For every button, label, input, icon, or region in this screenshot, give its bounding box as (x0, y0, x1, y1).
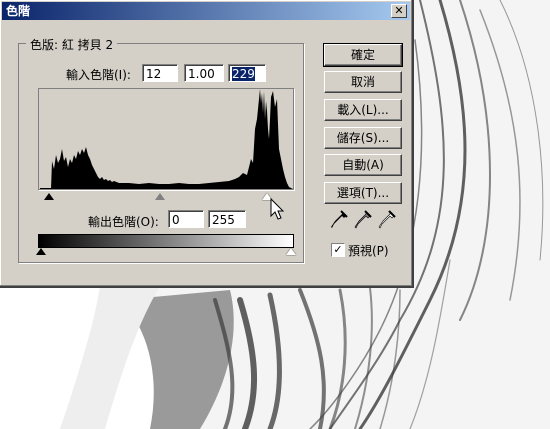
close-icon: ✕ (394, 4, 404, 17)
input-black-slider[interactable] (44, 193, 54, 200)
output-gradient-bar (38, 234, 294, 248)
ok-button[interactable]: 確定 (323, 43, 403, 67)
cancel-button[interactable]: 取消 (324, 71, 402, 93)
input-gamma-slider[interactable] (155, 193, 165, 200)
load-button[interactable]: 載入(L)... (324, 99, 402, 121)
title-bar[interactable]: 色階 ✕ (2, 2, 410, 20)
dialog-title: 色階 (6, 4, 31, 18)
histogram (38, 88, 294, 190)
histogram-graph (39, 89, 293, 189)
auto-button[interactable]: 自動(A) (324, 154, 402, 176)
mouse-pointer-icon (270, 197, 286, 225)
output-black-field[interactable]: 0 (168, 210, 204, 228)
gray-eyedropper-icon[interactable] (354, 210, 372, 230)
output-black-slider[interactable] (36, 248, 46, 255)
input-white-field[interactable]: 229 (228, 64, 266, 82)
input-black-field[interactable]: 12 (142, 64, 178, 82)
histogram-baseline (40, 188, 290, 189)
output-white-slider[interactable] (286, 248, 296, 255)
channel-selector[interactable]: 色版: 紅 拷貝 2 (26, 36, 118, 53)
input-levels-label: 輸入色階(I): (66, 68, 131, 82)
black-eyedropper-icon[interactable] (330, 210, 348, 230)
input-white-value: 229 (232, 67, 255, 81)
white-eyedropper-icon[interactable] (378, 210, 396, 230)
levels-dialog: 色階 ✕ 色版: 紅 拷貝 2 輸入色階(I): 12 1.00 229 輸出色… (0, 0, 414, 288)
preview-label: 預視(P) (348, 244, 389, 258)
output-levels-label: 輸出色階(O): (88, 215, 159, 229)
close-button[interactable]: ✕ (391, 4, 407, 18)
options-button[interactable]: 選項(T)... (324, 182, 402, 204)
input-gamma-field[interactable]: 1.00 (184, 64, 224, 82)
preview-checkbox[interactable]: ✓ (331, 243, 345, 257)
save-button[interactable]: 儲存(S)... (324, 127, 402, 149)
output-white-field[interactable]: 255 (208, 210, 246, 228)
